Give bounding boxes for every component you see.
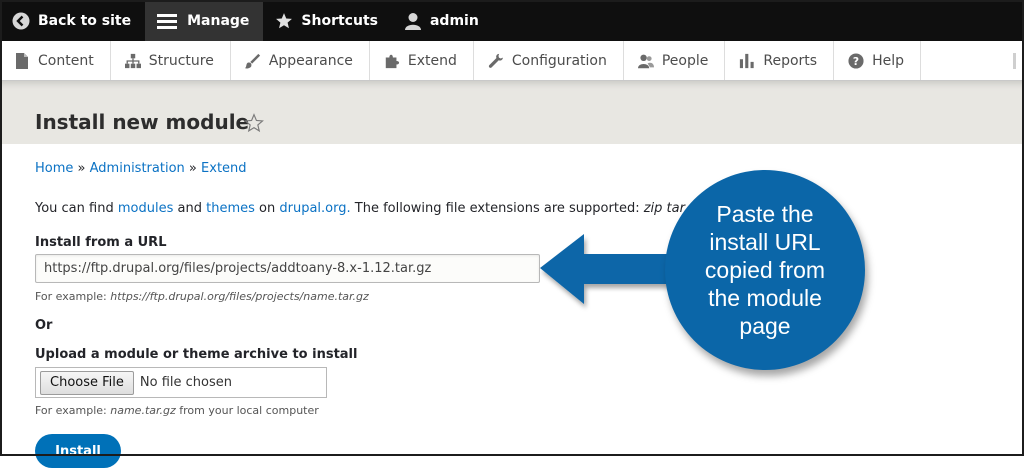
breadcrumb-extend-link[interactable]: Extend: [201, 161, 247, 176]
modules-link[interactable]: modules: [118, 201, 174, 216]
intro-and: and: [177, 201, 202, 216]
tray-item-structure[interactable]: Structure: [111, 41, 231, 80]
tray-item-label: People: [661, 52, 709, 69]
user-icon: [404, 12, 422, 30]
hamburger-menu-icon: [157, 12, 179, 30]
tray-item-label: Appearance: [268, 52, 353, 69]
tray-item-label: Reports: [763, 52, 818, 69]
breadcrumb-administration-link[interactable]: Administration: [90, 161, 185, 176]
wrench-icon: [488, 53, 504, 69]
upload-archive-field[interactable]: Choose File No file chosen: [35, 367, 327, 398]
shortcuts-label: Shortcuts: [301, 12, 378, 29]
admin-tray: Content Structure Appearance Extend Conf…: [0, 41, 1024, 81]
or-label: Or: [35, 318, 53, 333]
svg-text:?: ?: [853, 55, 859, 68]
install-url-label: Install from a URL: [35, 235, 167, 250]
hint-prefix: For example:: [35, 404, 107, 417]
intro-on: on: [259, 201, 276, 216]
breadcrumb-separator: »: [188, 161, 197, 176]
tray-item-reports[interactable]: Reports: [725, 41, 835, 80]
no-file-chosen-text: No file chosen: [139, 375, 232, 390]
intro-suffix: The following file extensions are suppor…: [354, 201, 640, 216]
page-title: Install new module: [35, 110, 250, 134]
upload-archive-label: Upload a module or theme archive to inst…: [35, 347, 358, 362]
puzzle-icon: [384, 53, 400, 69]
tray-item-configuration[interactable]: Configuration: [474, 41, 624, 80]
tray-item-appearance[interactable]: Appearance: [231, 41, 370, 80]
back-to-site-label: Back to site: [38, 12, 132, 29]
install-url-hint: For example: https://ftp.drupal.org/file…: [35, 290, 369, 303]
circle-arrow-left-icon: [12, 12, 30, 30]
tray-item-content[interactable]: Content: [0, 41, 111, 80]
tray-item-label: Content: [38, 52, 94, 69]
shortcuts-tab[interactable]: Shortcuts: [263, 0, 392, 41]
upload-archive-hint: For example: name.tar.gz from your local…: [35, 404, 319, 417]
help-icon: ?: [848, 52, 864, 69]
tray-item-label: Configuration: [511, 52, 607, 69]
hint-suffix: from your local computer: [179, 404, 319, 417]
tray-item-label: Structure: [148, 52, 214, 69]
breadcrumb-separator: »: [77, 161, 86, 176]
hint-prefix: For example:: [35, 290, 107, 303]
hint-example: https://ftp.drupal.org/files/projects/na…: [110, 290, 369, 303]
themes-link[interactable]: themes: [206, 201, 255, 216]
install-url-input[interactable]: [35, 254, 540, 283]
hint-example: name.tar.gz: [110, 404, 176, 417]
manage-tab[interactable]: Manage: [145, 0, 264, 41]
install-button[interactable]: Install: [35, 434, 121, 468]
breadcrumb: Home » Administration » Extend: [35, 161, 247, 176]
admin-toolbar: Back to site Manage Shortcuts admin: [0, 0, 1024, 41]
manage-label: Manage: [187, 12, 250, 29]
back-to-site-link[interactable]: Back to site: [0, 0, 145, 41]
shortcut-star-icon[interactable]: [244, 113, 264, 133]
tray-item-label: Help: [872, 52, 904, 69]
intro-prefix: You can find: [35, 201, 114, 216]
callout-text: Paste the install URL copied from the mo…: [704, 201, 826, 339]
tray-item-people[interactable]: People: [624, 41, 726, 80]
callout-bubble: Paste the install URL copied from the mo…: [665, 170, 865, 370]
drupal-org-link[interactable]: drupal.org.: [279, 201, 350, 216]
breadcrumb-home-link[interactable]: Home: [35, 161, 73, 176]
tray-item-help[interactable]: ? Help: [834, 41, 921, 80]
paintbrush-icon: [244, 53, 261, 69]
star-icon: [275, 12, 293, 30]
user-label: admin: [429, 12, 479, 29]
choose-file-button[interactable]: Choose File: [40, 370, 134, 395]
tray-orientation-toggle[interactable]: [1013, 53, 1016, 69]
tray-item-label: Extend: [407, 52, 457, 69]
intro-text: You can find modules and themes on drupa…: [35, 201, 694, 216]
bar-chart-icon: [739, 53, 755, 69]
user-tab[interactable]: admin: [392, 0, 493, 41]
sitemap-icon: [124, 53, 141, 69]
tray-item-extend[interactable]: Extend: [370, 41, 474, 80]
file-icon: [14, 52, 30, 69]
people-icon: [637, 53, 654, 69]
